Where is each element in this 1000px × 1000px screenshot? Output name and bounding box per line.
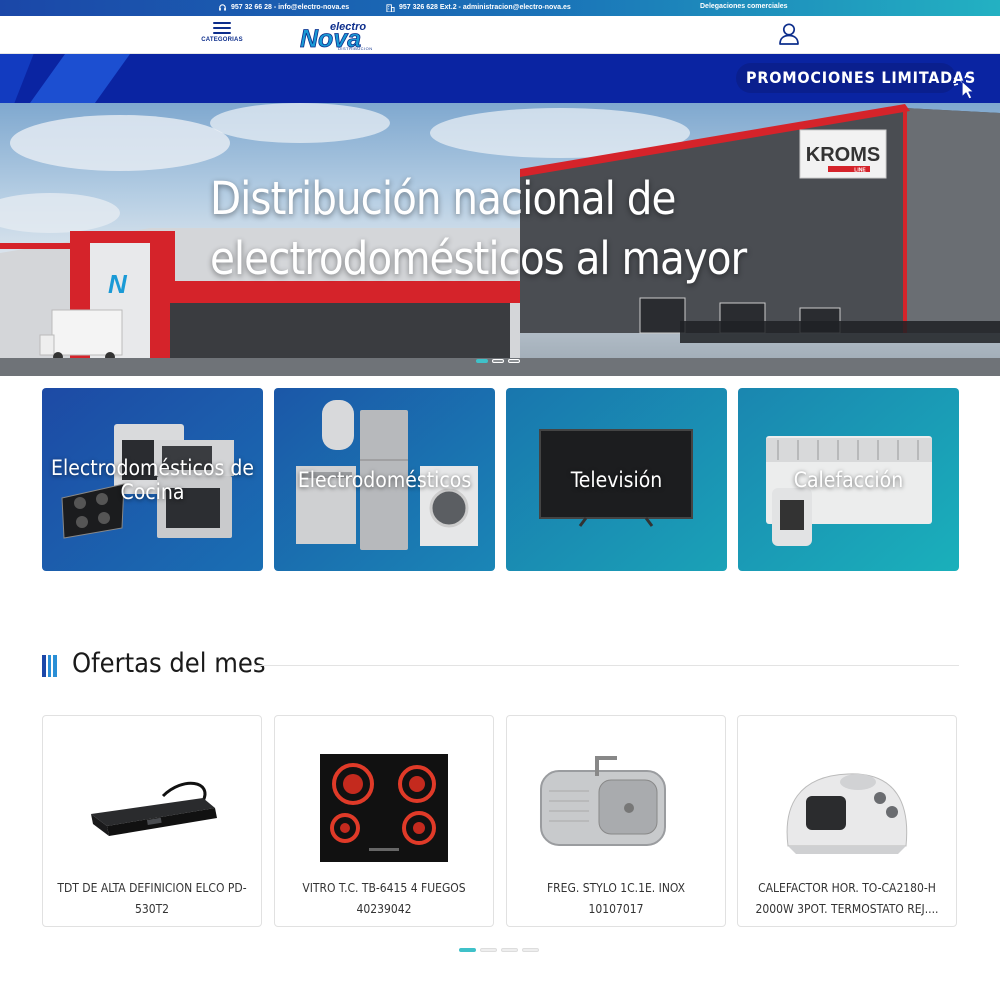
logo-text-sub: DISTRIBUCION bbox=[338, 46, 373, 51]
click-cursor-icon bbox=[951, 71, 981, 101]
category-grid: Electrodomésticos de Cocina Electrodomés… bbox=[42, 388, 959, 571]
product-image-fregadero bbox=[527, 736, 705, 886]
svg-text:N: N bbox=[108, 269, 128, 299]
category-card-cocina[interactable]: Electrodomésticos de Cocina bbox=[42, 388, 263, 571]
phone-contact[interactable]: 957 32 66 28 - info@electro-nova.es bbox=[218, 3, 349, 12]
categories-label: CATEGORIAS bbox=[201, 37, 243, 43]
hero-dot-3[interactable] bbox=[508, 359, 520, 363]
hero-dot-1[interactable] bbox=[476, 359, 488, 363]
promotions-button[interactable]: PROMOCIONES LIMITADAS bbox=[736, 63, 975, 93]
product-name: TDT DE ALTA DEFINICION ELCO PD-530T2 bbox=[57, 881, 247, 916]
category-label-television: Televisión bbox=[570, 468, 663, 492]
product-card[interactable]: CALEFACTOR HOR. TO-CA2180-H 2000W 3POT. … bbox=[737, 715, 957, 927]
offers-dot-1[interactable] bbox=[459, 948, 476, 952]
hamburger-icon bbox=[213, 22, 231, 34]
hero-pagination bbox=[476, 359, 520, 363]
category-card-calefaccion[interactable]: Calefacción bbox=[738, 388, 959, 571]
product-card[interactable]: TDT DE ALTA DEFINICION ELCO PD-530T2 bbox=[42, 715, 262, 927]
product-card[interactable]: FREG. STYLO 1C.1E. INOX 10107017 bbox=[506, 715, 726, 927]
kroms-sign-brand: KROMS bbox=[806, 144, 880, 166]
delegations-link[interactable]: Delegaciones comerciales bbox=[700, 3, 788, 10]
hero-slider[interactable]: KROMS LINE N Distribución nacional de el… bbox=[0, 103, 1000, 376]
offers-dot-3[interactable] bbox=[501, 948, 518, 952]
category-card-television[interactable]: Televisión bbox=[506, 388, 727, 571]
category-label-calefaccion: Calefacción bbox=[793, 468, 904, 492]
product-card[interactable]: VITRO T.C. TB-6415 4 FUEGOS 40239042 bbox=[274, 715, 494, 927]
building-icon bbox=[386, 3, 395, 12]
user-icon bbox=[778, 22, 800, 46]
offers-carousel: TDT DE ALTA DEFINICION ELCO PD-530T2 VIT… bbox=[42, 715, 959, 927]
promo-stripe-decoration-2 bbox=[30, 54, 130, 103]
delegations-link-label: Delegaciones comerciales bbox=[700, 3, 788, 10]
category-card-electrodomesticos[interactable]: Electrodomésticos bbox=[274, 388, 495, 571]
user-account-button[interactable] bbox=[778, 22, 800, 46]
hero-dot-2[interactable] bbox=[492, 359, 504, 363]
headset-icon bbox=[218, 3, 227, 12]
admin-contact[interactable]: 957 326 628 Ext.2 - administracion@elect… bbox=[386, 3, 571, 12]
site-header: CATEGORIAS electro Nova DISTRIBUCION bbox=[0, 16, 1000, 54]
product-image-calefactor bbox=[758, 736, 936, 886]
offers-title: Ofertas del mes bbox=[72, 648, 266, 679]
product-name: CALEFACTOR HOR. TO-CA2180-H 2000W 3POT. … bbox=[755, 881, 939, 916]
phone-contact-text: 957 32 66 28 - info@electro-nova.es bbox=[231, 4, 350, 11]
offers-pagination bbox=[459, 948, 539, 952]
product-image-tdt bbox=[63, 736, 241, 886]
category-label-cocina: Electrodomésticos de Cocina bbox=[51, 456, 254, 504]
category-label-electrodomesticos: Electrodomésticos bbox=[297, 468, 472, 492]
promo-banner: PROMOCIONES LIMITADAS bbox=[0, 54, 1000, 103]
kroms-sign-sub: LINE bbox=[854, 168, 866, 174]
product-name: VITRO T.C. TB-6415 4 FUEGOS 40239042 bbox=[302, 881, 466, 916]
product-name: FREG. STYLO 1C.1E. INOX 10107017 bbox=[546, 881, 686, 916]
admin-contact-text: 957 326 628 Ext.2 - administracion@elect… bbox=[399, 4, 571, 11]
offers-dot-4[interactable] bbox=[522, 948, 539, 952]
top-contact-bar: 957 32 66 28 - info@electro-nova.es 957 … bbox=[0, 0, 1000, 16]
section-bars-icon bbox=[42, 655, 58, 677]
offers-section-header: Ofertas del mes bbox=[42, 646, 959, 686]
section-divider bbox=[254, 665, 959, 666]
categories-menu-button[interactable]: CATEGORIAS bbox=[196, 21, 248, 49]
product-image-vitro bbox=[295, 736, 473, 886]
hero-title: Distribución nacional de electrodoméstic… bbox=[210, 172, 747, 285]
offers-dot-2[interactable] bbox=[480, 948, 497, 952]
site-logo[interactable]: electro Nova DISTRIBUCION bbox=[298, 18, 388, 52]
